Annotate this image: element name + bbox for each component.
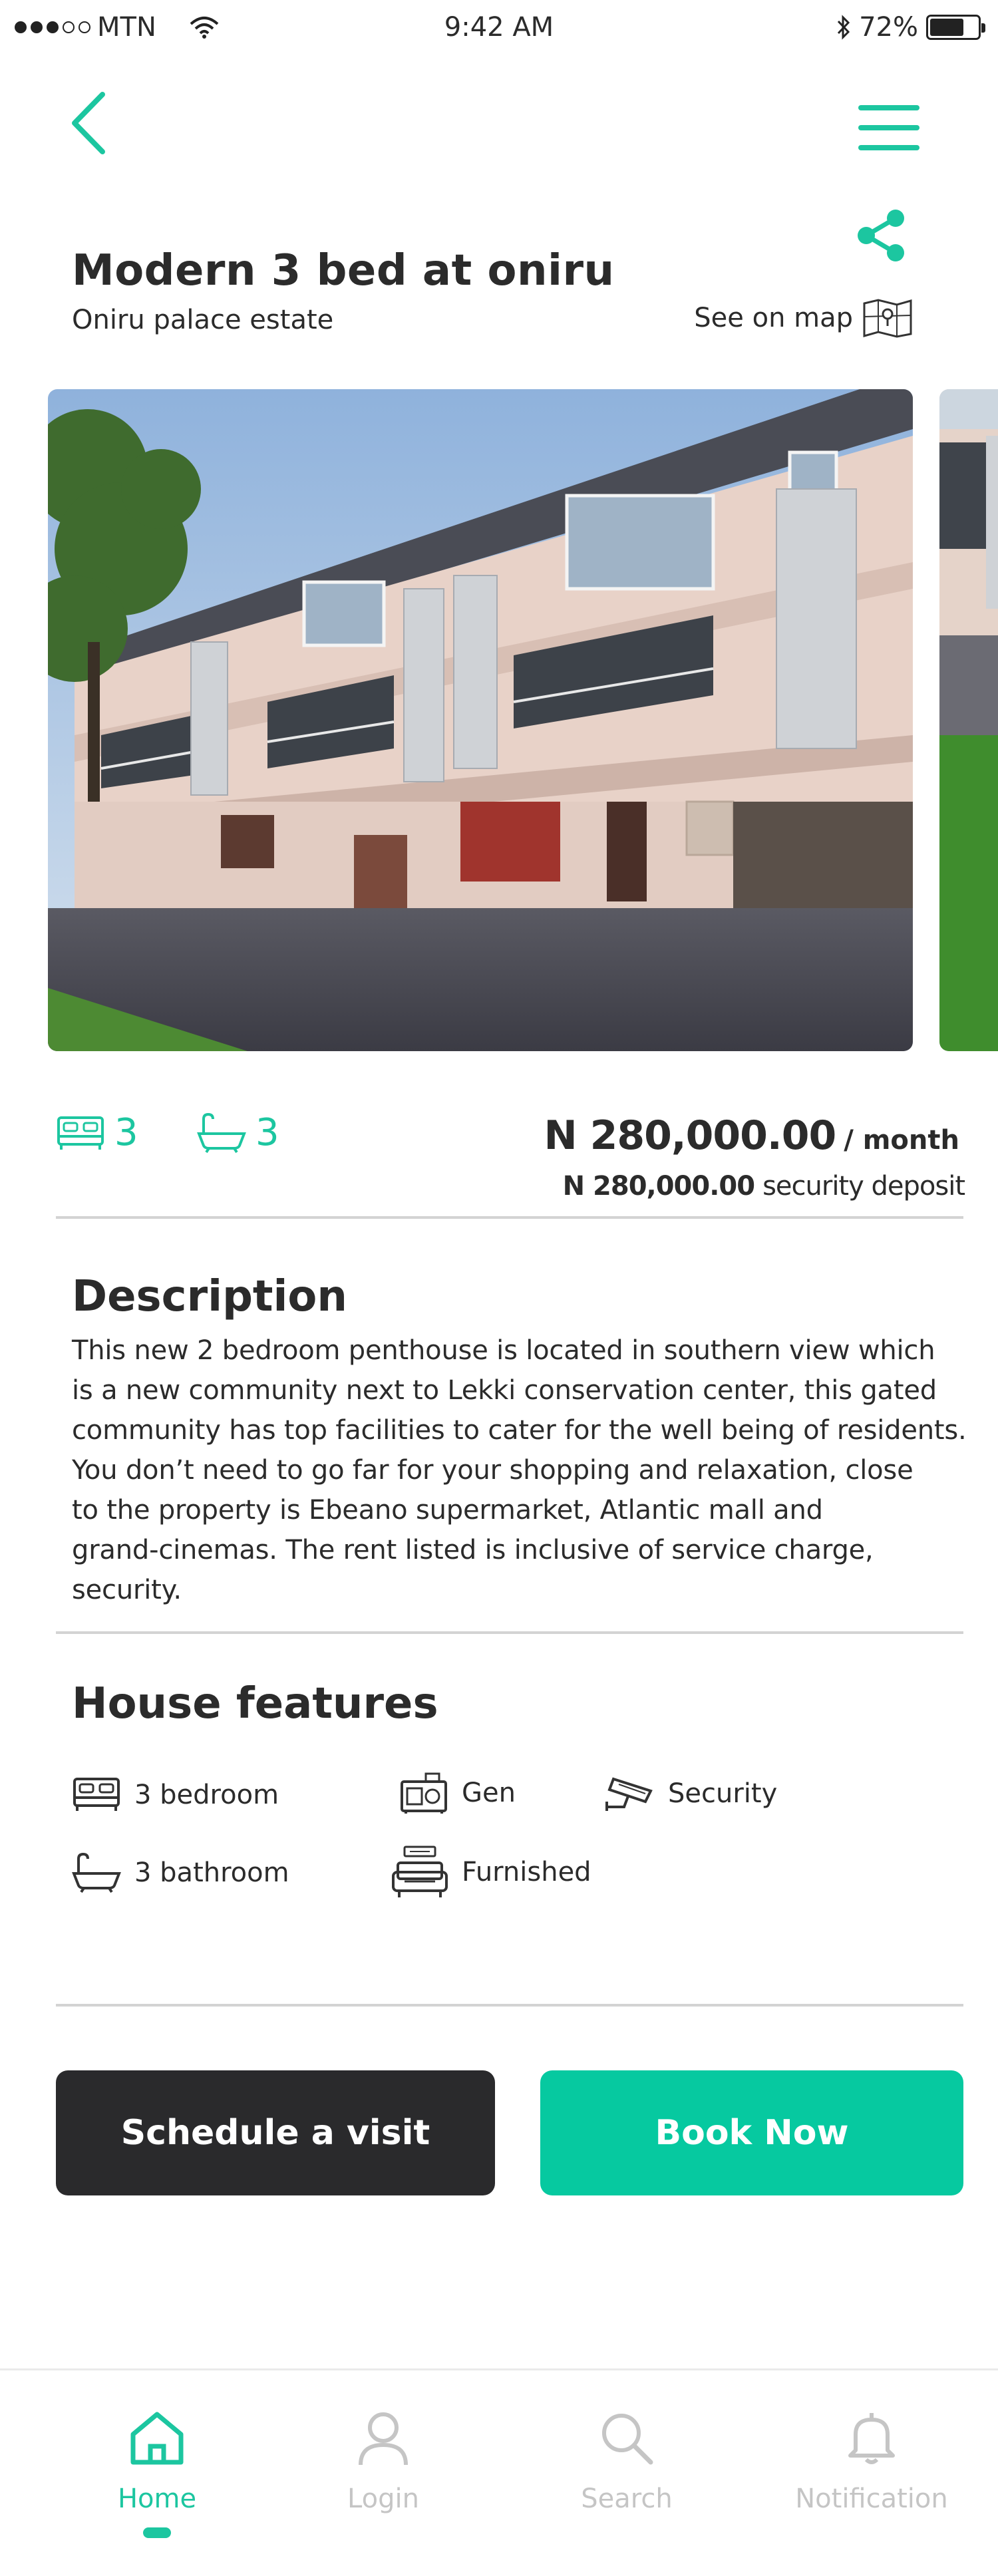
price-period: / month [844,1125,959,1156]
feature-bathroom: 3 bathroom [72,1852,289,1893]
tab-label: Search [581,2484,673,2514]
user-icon [359,2412,408,2466]
generator-icon [401,1772,447,1814]
sofa-icon [392,1846,448,1897]
security-deposit: N 280,000.00 security deposit [563,1171,965,1202]
see-on-map-label: See on map [694,303,853,333]
schedule-visit-button[interactable]: Schedule a visit [56,2070,495,2195]
property-photo-next[interactable] [939,389,998,1051]
bed-icon [57,1116,104,1150]
map-icon [863,299,912,338]
feature-label: 3 bathroom [134,1857,289,1888]
tab-search[interactable]: Search [527,2410,727,2514]
tab-label: Home [117,2484,197,2514]
feature-label: Gen [462,1778,516,1808]
status-bar: MTN 9:42 AM 72% [0,0,998,60]
deposit-label: security deposit [762,1171,965,1202]
active-tab-indicator [143,2527,171,2538]
bathtub-icon [72,1852,121,1893]
divider [56,1216,963,1219]
property-photo[interactable] [48,389,913,1051]
back-arrow-icon[interactable] [64,86,117,160]
tab-login[interactable]: Login [283,2410,483,2514]
battery-percent: 72% [859,12,918,43]
tab-notification[interactable]: Notification [772,2410,971,2514]
feature-security: Security [604,1775,777,1812]
cctv-camera-icon [605,1777,653,1811]
tab-label: Notification [795,2484,948,2514]
bell-icon [848,2413,895,2464]
feature-furnished: Furnished [391,1844,591,1900]
bottom-tab-bar: Home Login Search Notification [0,2368,998,2576]
deposit-amount: N 280,000.00 [562,1171,755,1202]
search-icon [602,2414,653,2465]
divider [56,1631,963,1634]
feature-label: 3 bedroom [134,1780,279,1810]
book-now-button[interactable]: Book Now [540,2070,963,2195]
tab-home[interactable]: Home [57,2410,257,2538]
bluetooth-icon [837,15,850,40]
bathroom-count: 3 [197,1111,279,1154]
hamburger-menu-icon[interactable] [858,104,919,152]
bedroom-count-value: 3 [114,1111,138,1154]
feature-label: Furnished [462,1857,591,1887]
listing-title: Modern 3 bed at oniru [72,246,615,295]
price-amount: N 280,000.00 [544,1112,837,1159]
bathroom-count-value: 3 [255,1111,279,1154]
tab-label: Login [347,2484,419,2514]
description-text: This new 2 bedroom penthouse is located … [72,1335,967,1605]
description-heading: Description [72,1272,347,1321]
feature-bedroom: 3 bedroom [72,1776,279,1814]
features-heading: House features [72,1679,438,1728]
share-icon[interactable] [854,208,909,263]
bed-icon [73,1778,120,1811]
see-on-map-link[interactable]: See on map [694,298,913,338]
divider [56,2004,963,2007]
feature-label: Security [668,1778,778,1809]
bathtub-icon [197,1112,246,1153]
bedroom-count: 3 [56,1111,138,1154]
status-right: 72% [836,12,985,43]
feature-generator: Gen [399,1771,516,1815]
price: N 280,000.00 / month [544,1112,959,1159]
battery-icon [926,15,985,40]
home-icon [130,2412,184,2465]
listing-location: Oniru palace estate [72,305,334,335]
